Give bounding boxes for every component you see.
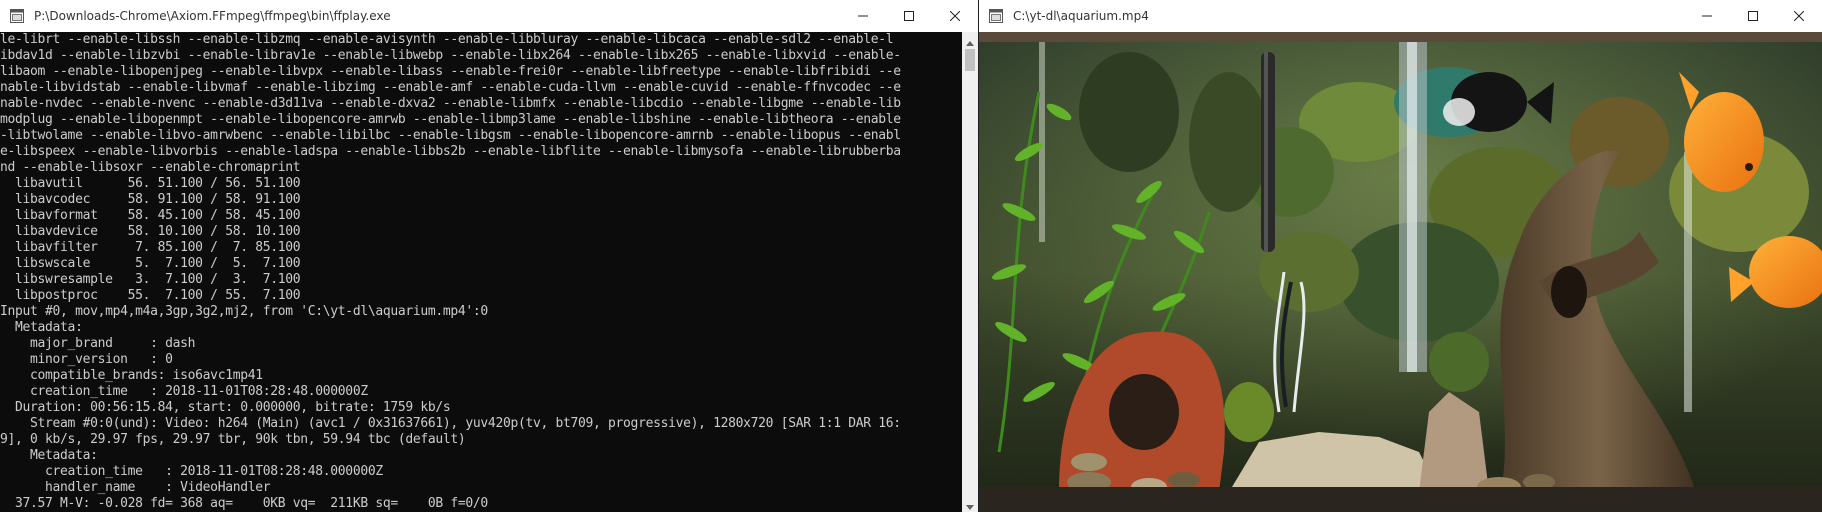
console-line: libavutil 56. 51.100 / 56. 51.100 (0, 176, 301, 191)
scroll-thumb[interactable] (965, 49, 975, 71)
console-line: Metadata: (0, 448, 98, 463)
console-line: libavfilter 7. 85.100 / 7. 85.100 (0, 240, 301, 255)
console-line: nable-libvidstab --enable-libvmaf --enab… (0, 80, 901, 95)
video-frame[interactable] (979, 32, 1822, 512)
console-line: le-librt --enable-libssh --enable-libzmq… (0, 32, 894, 47)
minimize-button[interactable] (1684, 0, 1730, 32)
close-button[interactable] (1776, 0, 1822, 32)
console-line: libswresample 3. 7.100 / 3. 7.100 (0, 272, 301, 287)
minimize-button[interactable] (840, 0, 886, 32)
console-line: major_brand : dash (0, 336, 196, 351)
vertical-scrollbar[interactable] (962, 32, 978, 512)
console-line: handler_name : VideoHandler (0, 480, 271, 495)
video-titlebar[interactable]: C:\yt-dl\aquarium.mp4 (979, 0, 1822, 32)
close-button[interactable] (932, 0, 978, 32)
console-line: libavdevice 58. 10.100 / 58. 10.100 (0, 224, 301, 239)
console-line: compatible_brands: iso6avc1mp41 (0, 368, 263, 383)
console-text: le-librt --enable-libssh --enable-libzmq… (0, 32, 901, 512)
console-output[interactable]: le-librt --enable-libssh --enable-libzmq… (0, 32, 962, 512)
maximize-button[interactable] (886, 0, 932, 32)
console-line: libavcodec 58. 91.100 / 58. 91.100 (0, 192, 301, 207)
console-line: creation_time : 2018-11-01T08:28:48.0000… (0, 464, 383, 479)
maximize-icon (904, 11, 914, 21)
scroll-down-button[interactable] (962, 496, 978, 512)
video-window[interactable]: C:\yt-dl\aquarium.mp4 (979, 0, 1822, 512)
console-line: libavformat 58. 45.100 / 58. 45.100 (0, 208, 301, 223)
close-icon (1794, 11, 1804, 21)
console-window[interactable]: P:\Downloads-Chrome\Axiom.FFmpeg\ffmpeg\… (0, 0, 978, 512)
console-line: -libtwolame --enable-libvo-amrwbenc --en… (0, 128, 901, 143)
minimize-icon (1702, 11, 1712, 21)
console-line: modplug --enable-libopenmpt --enable-lib… (0, 112, 901, 127)
console-title: P:\Downloads-Chrome\Axiom.FFmpeg\ffmpeg\… (34, 9, 391, 23)
aquarium-scene (979, 32, 1822, 512)
console-line: libaom --enable-libopenjpeg --enable-lib… (0, 64, 901, 79)
console-line: nable-nvdec --enable-nvenc --enable-d3d1… (0, 96, 901, 111)
console-line: Metadata: (0, 320, 83, 335)
console-line: ibdav1d --enable-libzvbi --enable-librav… (0, 48, 901, 63)
console-line: nd --enable-libsoxr --enable-chromaprint (0, 160, 301, 175)
console-line: Duration: 00:56:15.84, start: 0.000000, … (0, 400, 451, 415)
console-line: Stream #0:0(und): Video: h264 (Main) (av… (0, 416, 901, 431)
maximize-button[interactable] (1730, 0, 1776, 32)
console-line: creation_time : 2018-11-01T08:28:48.0000… (0, 384, 368, 399)
console-titlebar[interactable]: P:\Downloads-Chrome\Axiom.FFmpeg\ffmpeg\… (0, 0, 978, 32)
console-line: e-libspeex --enable-libvorbis --enable-l… (0, 144, 901, 159)
console-line: libpostproc 55. 7.100 / 55. 7.100 (0, 288, 301, 303)
arrow-up-icon (966, 31, 974, 50)
maximize-icon (1748, 11, 1758, 21)
close-icon (950, 11, 960, 21)
console-line: 9], 0 kb/s, 29.97 fps, 29.97 tbr, 90k tb… (0, 432, 466, 447)
app-window-icon (989, 9, 1003, 23)
arrow-down-icon (966, 495, 974, 512)
console-line: 37.57 M-V: -0.028 fd= 368 aq= 0KB vq= 21… (0, 496, 488, 511)
console-line: libswscale 5. 7.100 / 5. 7.100 (0, 256, 301, 271)
console-line: minor_version : 0 (0, 352, 173, 367)
video-title: C:\yt-dl\aquarium.mp4 (1013, 9, 1149, 23)
minimize-icon (858, 11, 868, 21)
console-line: Input #0, mov,mp4,m4a,3gp,3g2,mj2, from … (0, 304, 488, 319)
app-window-icon (10, 9, 24, 23)
scroll-up-button[interactable] (962, 32, 978, 48)
